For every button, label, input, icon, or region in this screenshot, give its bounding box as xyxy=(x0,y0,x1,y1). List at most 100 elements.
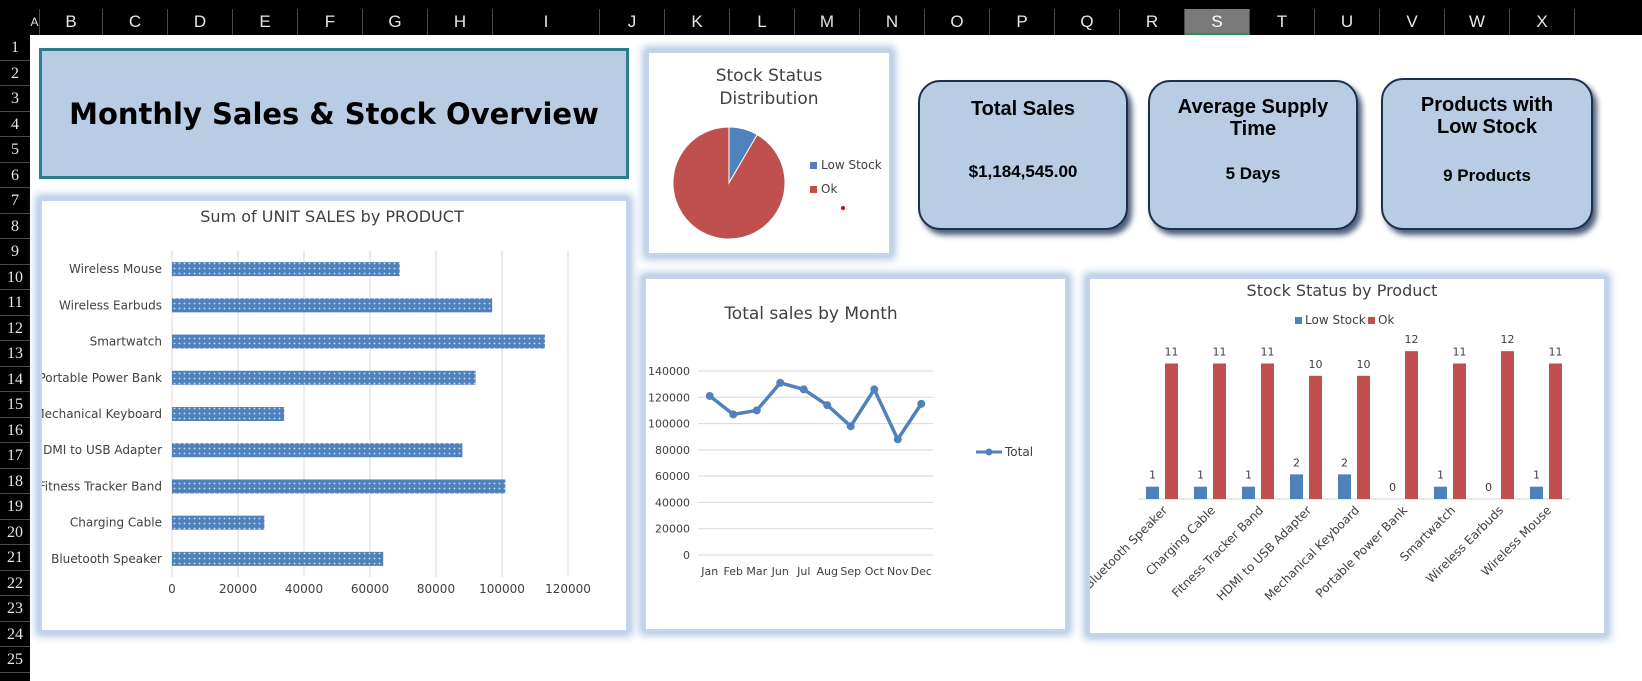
row-header-18[interactable]: 18 xyxy=(0,469,30,494)
column-header-T[interactable]: T xyxy=(1250,9,1315,35)
col-data-label-1-4: 10 xyxy=(1357,358,1371,371)
stock-pie-chart-panel[interactable]: Stock Status Distribution Low Stock Ok xyxy=(646,50,892,256)
row-header-1[interactable]: 1 xyxy=(0,35,30,61)
column-header-U[interactable]: U xyxy=(1315,9,1380,35)
column-header-X[interactable]: X xyxy=(1510,9,1575,35)
row-header-5[interactable]: 5 xyxy=(0,137,30,163)
line-ytick-7: 140000 xyxy=(648,365,690,378)
hbar-bar-wireless-mouse xyxy=(172,262,400,277)
col-bar-low-stock-4 xyxy=(1338,474,1351,499)
column-header-K[interactable]: K xyxy=(665,9,730,35)
unit-sales-bar-chart: Sum of UNIT SALES by PRODUCT 0 20000 40000 6… xyxy=(34,207,591,596)
row-header-8[interactable]: 8 xyxy=(0,214,30,239)
row-header-16[interactable]: 16 xyxy=(0,418,30,443)
column-header-F[interactable]: F xyxy=(298,9,363,35)
col-bar-ok-2 xyxy=(1261,363,1274,499)
line-xtick-7: Oct xyxy=(865,565,885,578)
col-data-label-1-8: 11 xyxy=(1549,345,1563,358)
line-xtick-5: Aug xyxy=(817,565,838,578)
column-header-N[interactable]: N xyxy=(860,9,925,35)
row-header-14[interactable]: 14 xyxy=(0,367,30,392)
col-data-label-0-6: 1 xyxy=(1437,469,1444,482)
row-header-12[interactable]: 12 xyxy=(0,316,30,341)
column-header-A[interactable]: A xyxy=(30,9,40,35)
line-xtick-8: Nov xyxy=(887,565,909,578)
col-bar-low-stock-0 xyxy=(1146,486,1159,499)
row-header-17[interactable]: 17 xyxy=(0,443,30,469)
pie-slice-ok xyxy=(672,126,786,240)
hbar-xtick-0: 0 xyxy=(168,582,176,596)
monthly-sales-chart-panel[interactable]: Total sales by Month 0 20000 40000 60000 8000… xyxy=(643,276,1068,632)
col-bar-ok-7 xyxy=(1501,351,1514,499)
col-data-label-1-1: 11 xyxy=(1213,345,1227,358)
col-data-label-0-5: 0 xyxy=(1389,481,1396,494)
row-header-22[interactable]: 22 xyxy=(0,571,30,596)
row-header-19[interactable]: 19 xyxy=(0,494,30,520)
column-header-V[interactable]: V xyxy=(1380,9,1445,35)
column-header-E[interactable]: E xyxy=(233,9,298,35)
kpi-products-low-stock[interactable]: Products with Low Stock 9 Products xyxy=(1381,78,1593,230)
column-header-C[interactable]: C xyxy=(103,9,168,35)
column-header-B[interactable]: B xyxy=(40,9,103,35)
column-header-S[interactable]: S xyxy=(1185,9,1250,35)
row-header-4[interactable]: 4 xyxy=(0,112,30,137)
kpi-total-sales-label: Total Sales xyxy=(970,98,1076,120)
column-header-I[interactable]: I xyxy=(493,9,600,35)
column-header-J[interactable]: J xyxy=(600,9,665,35)
col-data-label-1-7: 12 xyxy=(1501,333,1515,346)
kpi-total-sales[interactable]: Total Sales $1,184,545.00 xyxy=(918,80,1128,230)
col-legend-label-0: Low Stock xyxy=(1305,313,1366,327)
col-title: Stock Status by Product xyxy=(1247,281,1438,300)
line-point-4 xyxy=(799,385,808,394)
line-xtick-3: Jun xyxy=(771,565,789,578)
unit-sales-chart-panel[interactable]: Sum of UNIT SALES by PRODUCT 0 20000 40000 6… xyxy=(34,198,629,633)
hbar-xtick-5: 100000 xyxy=(479,582,525,596)
column-header-D[interactable]: D xyxy=(168,9,233,35)
column-header-H[interactable]: H xyxy=(428,9,493,35)
col-bar-ok-1 xyxy=(1213,363,1226,499)
hbar-category-label-8: Wireless Mouse xyxy=(69,262,162,276)
row-header-6[interactable]: 6 xyxy=(0,163,30,188)
stock-status-chart-panel[interactable]: Stock Status by Product Low Stock Ok 1 11 Blu… xyxy=(1082,276,1607,636)
column-header-Q[interactable]: Q xyxy=(1055,9,1120,35)
col-category-label-4: Mechanical Keyboard xyxy=(1262,503,1362,603)
dashboard-title-box[interactable]: Monthly Sales & Stock Overview xyxy=(39,48,629,179)
kpi-products-low-stock-label: Products with Low Stock xyxy=(1420,94,1554,138)
col-data-label-0-4: 2 xyxy=(1341,456,1348,469)
line-point-6 xyxy=(846,422,855,431)
row-header-7[interactable]: 7 xyxy=(0,188,30,214)
row-header-13[interactable]: 13 xyxy=(0,341,30,367)
row-header-3[interactable]: 3 xyxy=(0,86,30,112)
hbar-bar-portable-power-bank xyxy=(172,370,476,385)
column-header-W[interactable]: W xyxy=(1445,9,1510,35)
column-header-P[interactable]: P xyxy=(990,9,1055,35)
hbar-bar-wireless-earbuds xyxy=(172,298,493,313)
col-bar-ok-3 xyxy=(1309,375,1322,499)
row-header-15[interactable]: 15 xyxy=(0,392,30,418)
stock-status-column-chart: Stock Status by ProductLow Stock Ok111Blu… xyxy=(1082,281,1570,604)
row-header-10[interactable]: 10 xyxy=(0,265,30,290)
kpi-average-supply-time[interactable]: Average Supply Time 5 Days xyxy=(1148,80,1358,230)
row-header-2[interactable]: 2 xyxy=(0,61,30,86)
row-header-9[interactable]: 9 xyxy=(0,239,30,265)
col-data-label-0-1: 1 xyxy=(1197,469,1204,482)
row-header-25[interactable]: 25 xyxy=(0,647,30,673)
hbar-category-label-2: Fitness Tracker Band xyxy=(42,479,162,493)
row-header-24[interactable]: 24 xyxy=(0,622,30,647)
column-header-R[interactable]: R xyxy=(1120,9,1185,35)
column-header-L[interactable]: L xyxy=(730,9,795,35)
col-category-label-0: Bluetooth Speaker xyxy=(1090,503,1170,591)
line-point-5 xyxy=(823,401,832,410)
row-header-20[interactable]: 20 xyxy=(0,520,30,545)
select-all-corner[interactable] xyxy=(0,0,30,35)
column-header-G[interactable]: G xyxy=(363,9,428,35)
row-header-21[interactable]: 21 xyxy=(0,545,30,571)
column-header-O[interactable]: O xyxy=(925,9,990,35)
column-header-M[interactable]: M xyxy=(795,9,860,35)
col-category-label-5: Portable Power Bank xyxy=(1313,503,1410,600)
row-header-23[interactable]: 23 xyxy=(0,596,30,622)
row-header-11[interactable]: 11 xyxy=(0,290,30,316)
line-ytick-4: 80000 xyxy=(655,444,690,457)
hbar-bar-smartwatch xyxy=(172,334,545,349)
line-ytick-1: 20000 xyxy=(655,523,690,536)
